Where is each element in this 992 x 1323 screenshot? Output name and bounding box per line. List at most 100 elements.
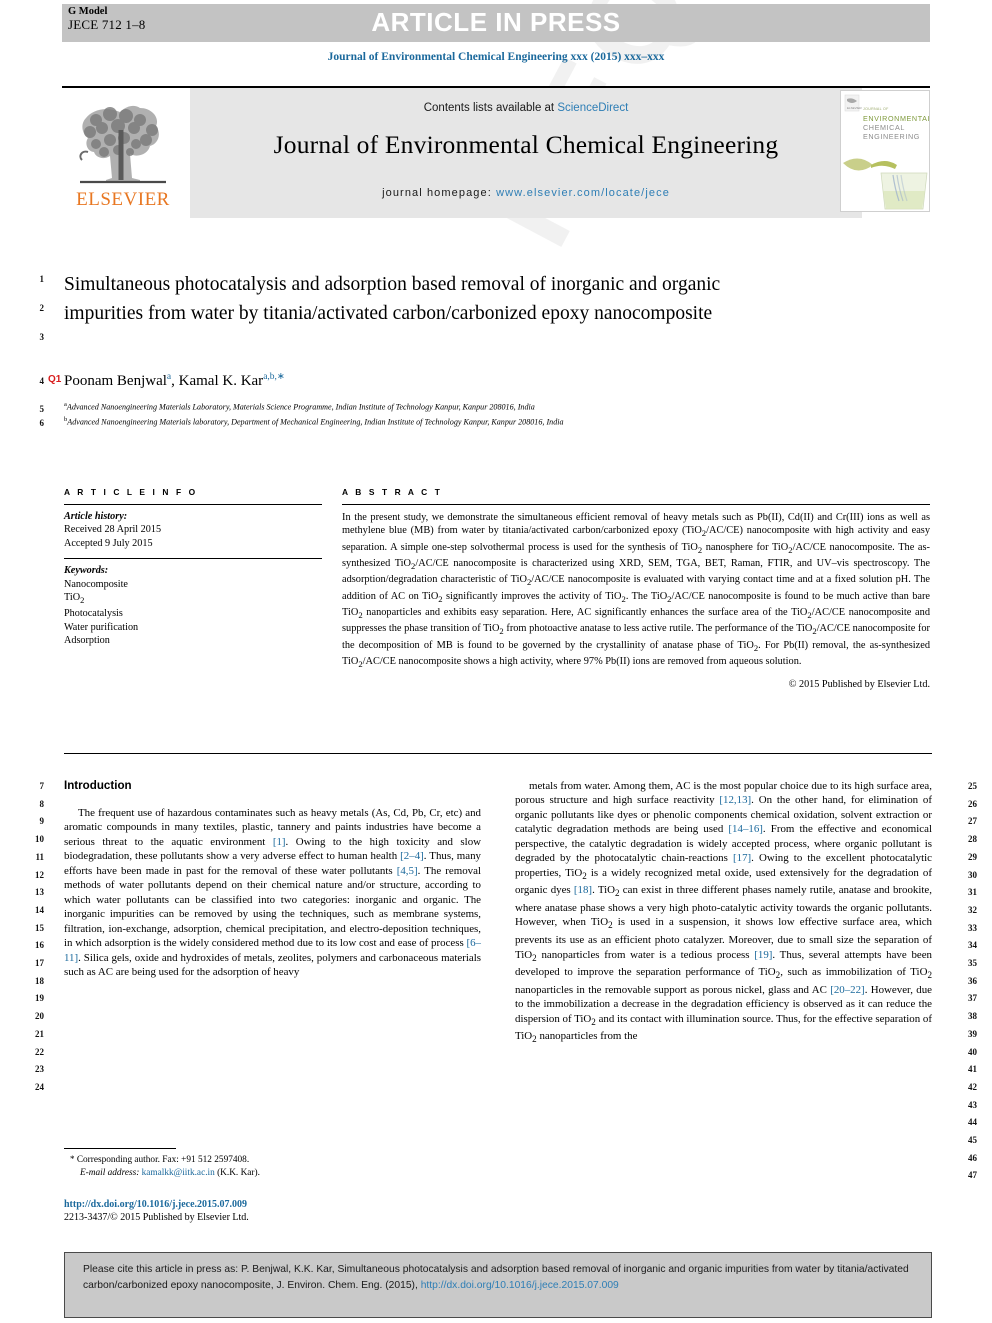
line-number: 34 bbox=[968, 940, 977, 951]
affiliation-item: bAdvanced Nanoengineering Materials labo… bbox=[64, 414, 844, 429]
line-number: 26 bbox=[968, 798, 977, 809]
keyword-item: Photocatalysis bbox=[64, 608, 123, 620]
line-number: 24 bbox=[35, 1081, 44, 1092]
line-number: 30 bbox=[968, 869, 977, 880]
line-number: 13 bbox=[35, 887, 44, 898]
line-number: 23 bbox=[35, 1064, 44, 1075]
footnote-block: * Corresponding author. Fax: +91 512 259… bbox=[70, 1153, 490, 1179]
email-link[interactable]: kamalkk@iitk.ac.in bbox=[142, 1168, 215, 1178]
line-number: 12 bbox=[35, 869, 44, 880]
cover-line-chemical: CHEMICAL bbox=[863, 123, 905, 132]
author-list: Poonam Benjwala, Kamal K. Kara,b,∗ bbox=[64, 372, 285, 389]
paragraph: metals from water. Among them, AC is the… bbox=[515, 780, 933, 1045]
line-number: 17 bbox=[35, 958, 44, 968]
g-model-block: G Model JECE 712 1–8 bbox=[68, 5, 146, 31]
line-number: 40 bbox=[968, 1046, 977, 1057]
accepted-date: Accepted 9 July 2015 bbox=[64, 537, 153, 549]
divider bbox=[64, 753, 932, 754]
keyword-item: Nanocomposite bbox=[64, 578, 128, 590]
elsevier-tree-icon bbox=[79, 105, 166, 184]
email-label: E-mail address: bbox=[80, 1167, 140, 1178]
section-heading-introduction: Introduction bbox=[64, 779, 132, 792]
line-number: 9 bbox=[39, 816, 45, 827]
line-number: 39 bbox=[968, 1028, 977, 1039]
keywords-block: Keywords: Nanocomposite TiO2 Photocataly… bbox=[64, 564, 322, 647]
line-number: 35 bbox=[968, 958, 977, 968]
corresponding-author-text: Corresponding author. Fax: +91 512 25974… bbox=[76, 1155, 250, 1165]
sciencedirect-link[interactable]: ScienceDirect bbox=[557, 102, 628, 114]
journal-homepage-link[interactable]: www.elsevier.com/locate/jece bbox=[496, 187, 670, 199]
corresponding-author-note: * Corresponding author. Fax: +91 512 259… bbox=[70, 1153, 490, 1167]
article-id: JECE 712 1–8 bbox=[68, 17, 146, 32]
journal-homepage-line: journal homepage: www.elsevier.com/locat… bbox=[190, 187, 862, 199]
line-number: 45 bbox=[968, 1135, 977, 1145]
line-number: 41 bbox=[968, 1064, 977, 1075]
contents-lists-line: Contents lists available at ScienceDirec… bbox=[190, 102, 862, 114]
keyword-item: TiO2 bbox=[64, 592, 85, 606]
journal-reference-line: Journal of Environmental Chemical Engine… bbox=[327, 51, 665, 63]
journal-cover-title: JOURNAL OF ENVIRONMENTAL CHEMICAL ENGINE… bbox=[863, 105, 929, 141]
homepage-prefix: journal homepage: bbox=[382, 187, 497, 199]
line-number: 22 bbox=[35, 1046, 44, 1057]
line-number: 6 bbox=[39, 418, 45, 428]
line-number: 1 bbox=[39, 274, 45, 284]
line-number: 38 bbox=[968, 1011, 977, 1022]
citation-text: Please cite this article in press as: P.… bbox=[83, 1262, 919, 1295]
cover-line-journal-of: JOURNAL OF bbox=[863, 107, 889, 111]
divider bbox=[64, 558, 322, 560]
line-number: 16 bbox=[35, 940, 44, 951]
journal-masthead: Contents lists available at ScienceDirec… bbox=[62, 86, 930, 218]
line-number: 31 bbox=[968, 887, 977, 898]
line-number: 32 bbox=[968, 904, 977, 915]
abstract-copyright: © 2015 Published by Elsevier Ltd. bbox=[788, 678, 930, 690]
affiliation-item: aAdvanced Nanoengineering Materials Labo… bbox=[64, 399, 844, 414]
line-number: 2 bbox=[39, 303, 45, 313]
line-number: 19 bbox=[35, 993, 44, 1004]
line-number: 5 bbox=[39, 404, 45, 414]
article-history-block: Article history: Received 28 April 2015 … bbox=[64, 510, 322, 550]
line-number: 18 bbox=[35, 975, 44, 986]
doi-url[interactable]: http://dx.doi.org/10.1016/j.jece.2015.07… bbox=[64, 1198, 494, 1211]
keyword-item: Water purification bbox=[64, 621, 139, 633]
line-number: 47 bbox=[968, 1170, 977, 1181]
footnote-marker: * bbox=[70, 1154, 75, 1164]
line-number: 42 bbox=[968, 1081, 977, 1092]
divider bbox=[342, 504, 930, 505]
contents-lists-prefix: Contents lists available at bbox=[423, 102, 558, 114]
cover-line-environmental: ENVIRONMENTAL bbox=[863, 114, 930, 123]
line-number: 10 bbox=[35, 834, 44, 845]
issn-copyright-line: 2213-3437/© 2015 Published by Elsevier L… bbox=[64, 1212, 249, 1223]
line-number: 29 bbox=[968, 851, 977, 862]
abstract-column: A B S T R A C T In the present study, we… bbox=[342, 487, 930, 690]
article-in-press-label: ARTICLE IN PRESS bbox=[371, 7, 621, 37]
abstract-text: In the present study, we demonstrate the… bbox=[342, 512, 930, 670]
line-number: 36 bbox=[968, 975, 977, 986]
elsevier-logo: ELSEVIER bbox=[62, 94, 184, 216]
line-number: 46 bbox=[968, 1152, 977, 1163]
elsevier-wordmark: ELSEVIER bbox=[76, 189, 170, 210]
query-badge-q1[interactable]: Q1 bbox=[48, 374, 61, 385]
keyword-item: Adsorption bbox=[64, 635, 110, 647]
affiliation-list: aAdvanced Nanoengineering Materials Labo… bbox=[64, 399, 844, 428]
article-info-heading: A R T I C L E I N F O bbox=[64, 487, 198, 497]
body-column-right: metals from water. Among them, AC is the… bbox=[515, 779, 932, 1047]
footnote-divider bbox=[64, 1148, 176, 1149]
line-number: 21 bbox=[35, 1028, 44, 1039]
line-number: 15 bbox=[35, 922, 44, 933]
page-title: Simultaneous photocatalysis and adsorpti… bbox=[64, 274, 721, 324]
line-number: 11 bbox=[35, 851, 44, 862]
line-number: 14 bbox=[35, 904, 44, 915]
line-number: 25 bbox=[968, 781, 977, 791]
paragraph: The frequent use of hazardous contaminat… bbox=[64, 807, 482, 978]
email-note: E-mail address: kamalkk@iitk.ac.in (K.K.… bbox=[70, 1167, 490, 1180]
article-history-label: Article history: bbox=[64, 511, 128, 522]
divider bbox=[64, 504, 322, 505]
journal-title: Journal of Environmental Chemical Engine… bbox=[273, 130, 779, 159]
article-in-press-banner: ARTICLE IN PRESS bbox=[62, 4, 930, 42]
line-number: 3 bbox=[39, 332, 45, 342]
citation-doi-link[interactable]: http://dx.doi.org/10.1016/j.jece.2015.07… bbox=[421, 1280, 619, 1291]
body-column-left: The frequent use of hazardous contaminat… bbox=[64, 806, 481, 979]
line-number: 43 bbox=[968, 1099, 977, 1110]
email-suffix: (K.K. Kar). bbox=[217, 1167, 260, 1178]
doi-block: http://dx.doi.org/10.1016/j.jece.2015.07… bbox=[64, 1198, 494, 1224]
